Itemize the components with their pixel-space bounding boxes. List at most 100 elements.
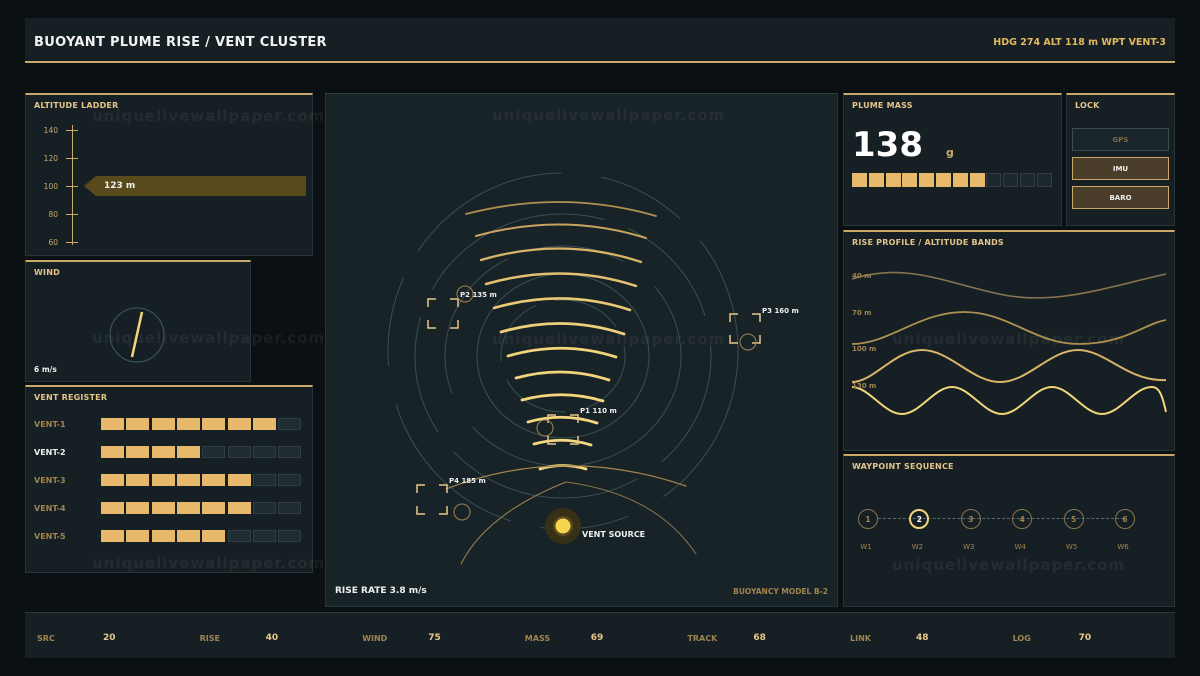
top-header: BUOYANT PLUME RISE / VENT CLUSTER HDG 27… [25, 18, 1175, 63]
vent-level-segment [202, 474, 226, 486]
waypoint-label: W6 [1117, 543, 1129, 551]
vent-level-segment [126, 474, 150, 486]
footer-metric-label: WIND [362, 634, 388, 643]
vent-level-segment [101, 418, 124, 430]
mass-level-segment [1036, 173, 1052, 187]
footer-metric-value: 68 [753, 633, 766, 643]
footer-metric-value: 40 [265, 633, 279, 643]
waypoint-marker[interactable]: 2 [909, 509, 930, 529]
waypoint-label: W5 [1065, 543, 1078, 551]
heading-altitude-readout: HDG 274 ALT 118 m WPT VENT-3 [993, 37, 1166, 48]
mass-level-segment [969, 173, 985, 187]
mass-level-segment [986, 173, 1002, 187]
mass-level-segment [902, 173, 918, 187]
watermark: uniquelivewallpaper.com [892, 556, 1126, 574]
mass-level-segment [952, 173, 968, 187]
footer-metric-label: TRACK [687, 634, 718, 643]
wind-panel: WIND uniquelivewallpaper.com 6 m/s [25, 260, 324, 382]
vent-name: VENT-1 [34, 420, 66, 429]
altitude-current-value: 123 m [104, 181, 136, 191]
footer-metric-label: RISE [199, 634, 220, 643]
vent-level-segment [227, 530, 251, 542]
rise-profile-panel: RISE PROFILE / ALTITUDE BANDS uniquelive… [843, 230, 1175, 451]
mass-level-segment [936, 173, 951, 187]
vent-row[interactable]: VENT-4 [26, 502, 313, 516]
waypoint-marker[interactable]: 6 [1115, 509, 1135, 529]
waypoint-marker[interactable]: 4 [1012, 509, 1033, 529]
wind-dial [109, 307, 165, 363]
vent-level-segment [252, 502, 276, 514]
mass-level-segment [852, 173, 867, 187]
vent-level-segment [252, 418, 276, 430]
vent-level-segment [176, 502, 200, 514]
vent-row[interactable]: VENT-5 [26, 530, 313, 544]
altitude-band-label: 130 m [852, 382, 877, 390]
vent-source-label: VENT SOURCE [582, 530, 646, 539]
altitude-tick [66, 186, 78, 187]
lock-imu-button[interactable]: IMU [1072, 157, 1169, 180]
waypoint-marker[interactable]: 1 [858, 509, 878, 529]
altitude-scale-line [72, 125, 73, 245]
plume-mass-unit: g [946, 146, 954, 159]
vent-row[interactable]: VENT-1 [26, 418, 313, 432]
vent-row[interactable]: VENT-3 [26, 474, 313, 488]
waypoint-label: W2 [911, 543, 924, 551]
vent-level-segment [151, 530, 175, 542]
waypoint-sequence-title: WAYPOINT SEQUENCE [852, 462, 954, 471]
vent-level-segment [278, 502, 302, 514]
vent-level-segment [176, 474, 200, 486]
vent-level-segment [202, 502, 226, 514]
vent-level-segment [151, 502, 175, 514]
vent-level-segment [202, 418, 226, 430]
vent-level-segment [202, 446, 226, 458]
vent-level-segment [151, 474, 175, 486]
altitude-band-label: 40 m [852, 272, 872, 280]
mass-level-segment [919, 173, 935, 187]
altitude-tick-label: 80 [48, 210, 58, 219]
mass-level-segment [885, 173, 901, 187]
waypoint-marker[interactable]: 5 [1063, 509, 1084, 529]
vent-level-segment [227, 418, 251, 430]
vent-level-segment [252, 530, 276, 542]
footer-metric-label: LOG [1012, 634, 1031, 643]
vent-level-segment [101, 474, 124, 486]
vent-level-segment [126, 530, 150, 542]
vent-level-segment [278, 446, 302, 458]
vent-level-segment [101, 446, 124, 458]
altitude-tick [66, 158, 78, 159]
lock-gps-button[interactable]: GPS [1072, 128, 1169, 151]
vent-level-segment [126, 502, 150, 514]
footer-metric-label: MASS [524, 634, 551, 643]
vent-level-segment [101, 530, 124, 542]
vent-level-segment [176, 446, 200, 458]
vent-level-segment [126, 418, 150, 430]
wind-direction-needle [130, 311, 144, 358]
vent-level-segment [252, 446, 276, 458]
plume-point-label: P4 185 m [449, 477, 486, 485]
vent-level-segment [176, 418, 200, 430]
footer-metric-label: SRC [37, 634, 55, 643]
vent-level-segment [151, 418, 175, 430]
waypoint-marker[interactable]: 3 [960, 509, 981, 529]
vent-level-segment [101, 502, 124, 514]
plume-point-label: P1 110 m [580, 407, 617, 415]
altitude-tick-label: 100 [43, 182, 58, 191]
plume-mass-bar [852, 173, 1057, 187]
vent-row[interactable]: VENT-2 [26, 446, 313, 460]
altitude-tick-label: 120 [43, 154, 58, 163]
plume-point-label: P3 160 m [762, 307, 799, 315]
lock-title: LOCK [1075, 101, 1100, 110]
footer-metric-label: LINK [850, 634, 871, 643]
vent-level-segment [278, 530, 302, 542]
lock-baro-button[interactable]: BARO [1072, 186, 1169, 209]
vent-register-panel: VENT REGISTER uniquelivewallpaper.com VE… [25, 385, 324, 573]
altitude-ladder-panel: ALTITUDE LADDER uniquelivewallpaper.com … [25, 93, 324, 256]
watermark: uniquelivewallpaper.com [92, 554, 326, 572]
app-title: BUOYANT PLUME RISE / VENT CLUSTER [34, 35, 327, 50]
altitude-band-label: 100 m [852, 345, 877, 353]
footer-metric-value: 69 [590, 633, 604, 643]
altitude-tick-label: 60 [48, 238, 58, 247]
watermark: uniquelivewallpaper.com [92, 107, 326, 125]
plume-point-label: P2 135 m [460, 291, 497, 299]
altitude-tick [66, 130, 78, 131]
